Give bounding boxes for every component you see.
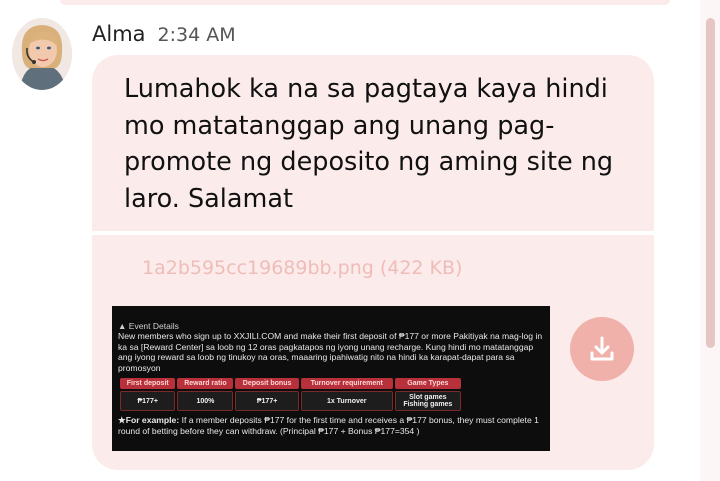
- preview-table-header: Game Types: [394, 378, 461, 389]
- preview-table-header: Deposit bonus: [235, 378, 299, 389]
- attachment-file-name[interactable]: 1a2b595cc19689bb.png: [142, 257, 374, 279]
- preview-heading: ▲ Event Details: [118, 321, 179, 331]
- attachment-divider: [92, 231, 654, 235]
- scrollbar-track[interactable]: [700, 0, 720, 481]
- preview-table-cell: 100%: [177, 391, 234, 411]
- preview-table-cell: Slot games Fishing games: [394, 391, 461, 411]
- preview-table-header: Turnover requirement: [300, 378, 393, 389]
- preview-table-header: Reward ratio: [177, 378, 234, 389]
- download-icon: [590, 336, 614, 361]
- preview-table-cell: 1x Turnover: [300, 391, 393, 411]
- previous-message-edge: [60, 0, 670, 5]
- preview-table-cell: ₱177+: [235, 391, 299, 411]
- attachment-image-preview[interactable]: ▲ Event Details New members who sign up …: [112, 306, 550, 451]
- preview-table-header: First deposit: [120, 378, 176, 389]
- message-bubble: Lumahok ka na sa pagtaya kaya hindi mo m…: [92, 55, 654, 470]
- scrollbar-thumb[interactable]: [706, 18, 715, 348]
- preview-description: New members who sign up to XXJILI.COM an…: [118, 331, 543, 373]
- preview-example-label: ★For example:: [118, 415, 180, 425]
- preview-example-text: If a member deposits ₱177 for the first …: [118, 415, 539, 436]
- preview-example: ★For example: If a member deposits ₱177 …: [118, 415, 543, 436]
- message-text: Lumahok ka na sa pagtaya kaya hindi mo m…: [124, 74, 614, 214]
- preview-table-cell: ₱177+: [120, 391, 176, 411]
- attachment-file-info[interactable]: 1a2b595cc19689bb.png (422 KB): [142, 257, 462, 279]
- author-name[interactable]: Alma: [92, 22, 146, 46]
- avatar[interactable]: [12, 18, 72, 90]
- message-timestamp: 2:34 AM: [157, 24, 236, 46]
- avatar-portrait-icon: [12, 18, 72, 90]
- preview-table: First deposit Reward ratio Deposit bonus…: [118, 376, 463, 413]
- download-button[interactable]: [570, 317, 634, 381]
- message-header: Alma 2:34 AM: [92, 22, 236, 52]
- attachment-file-size: (422 KB): [379, 257, 463, 279]
